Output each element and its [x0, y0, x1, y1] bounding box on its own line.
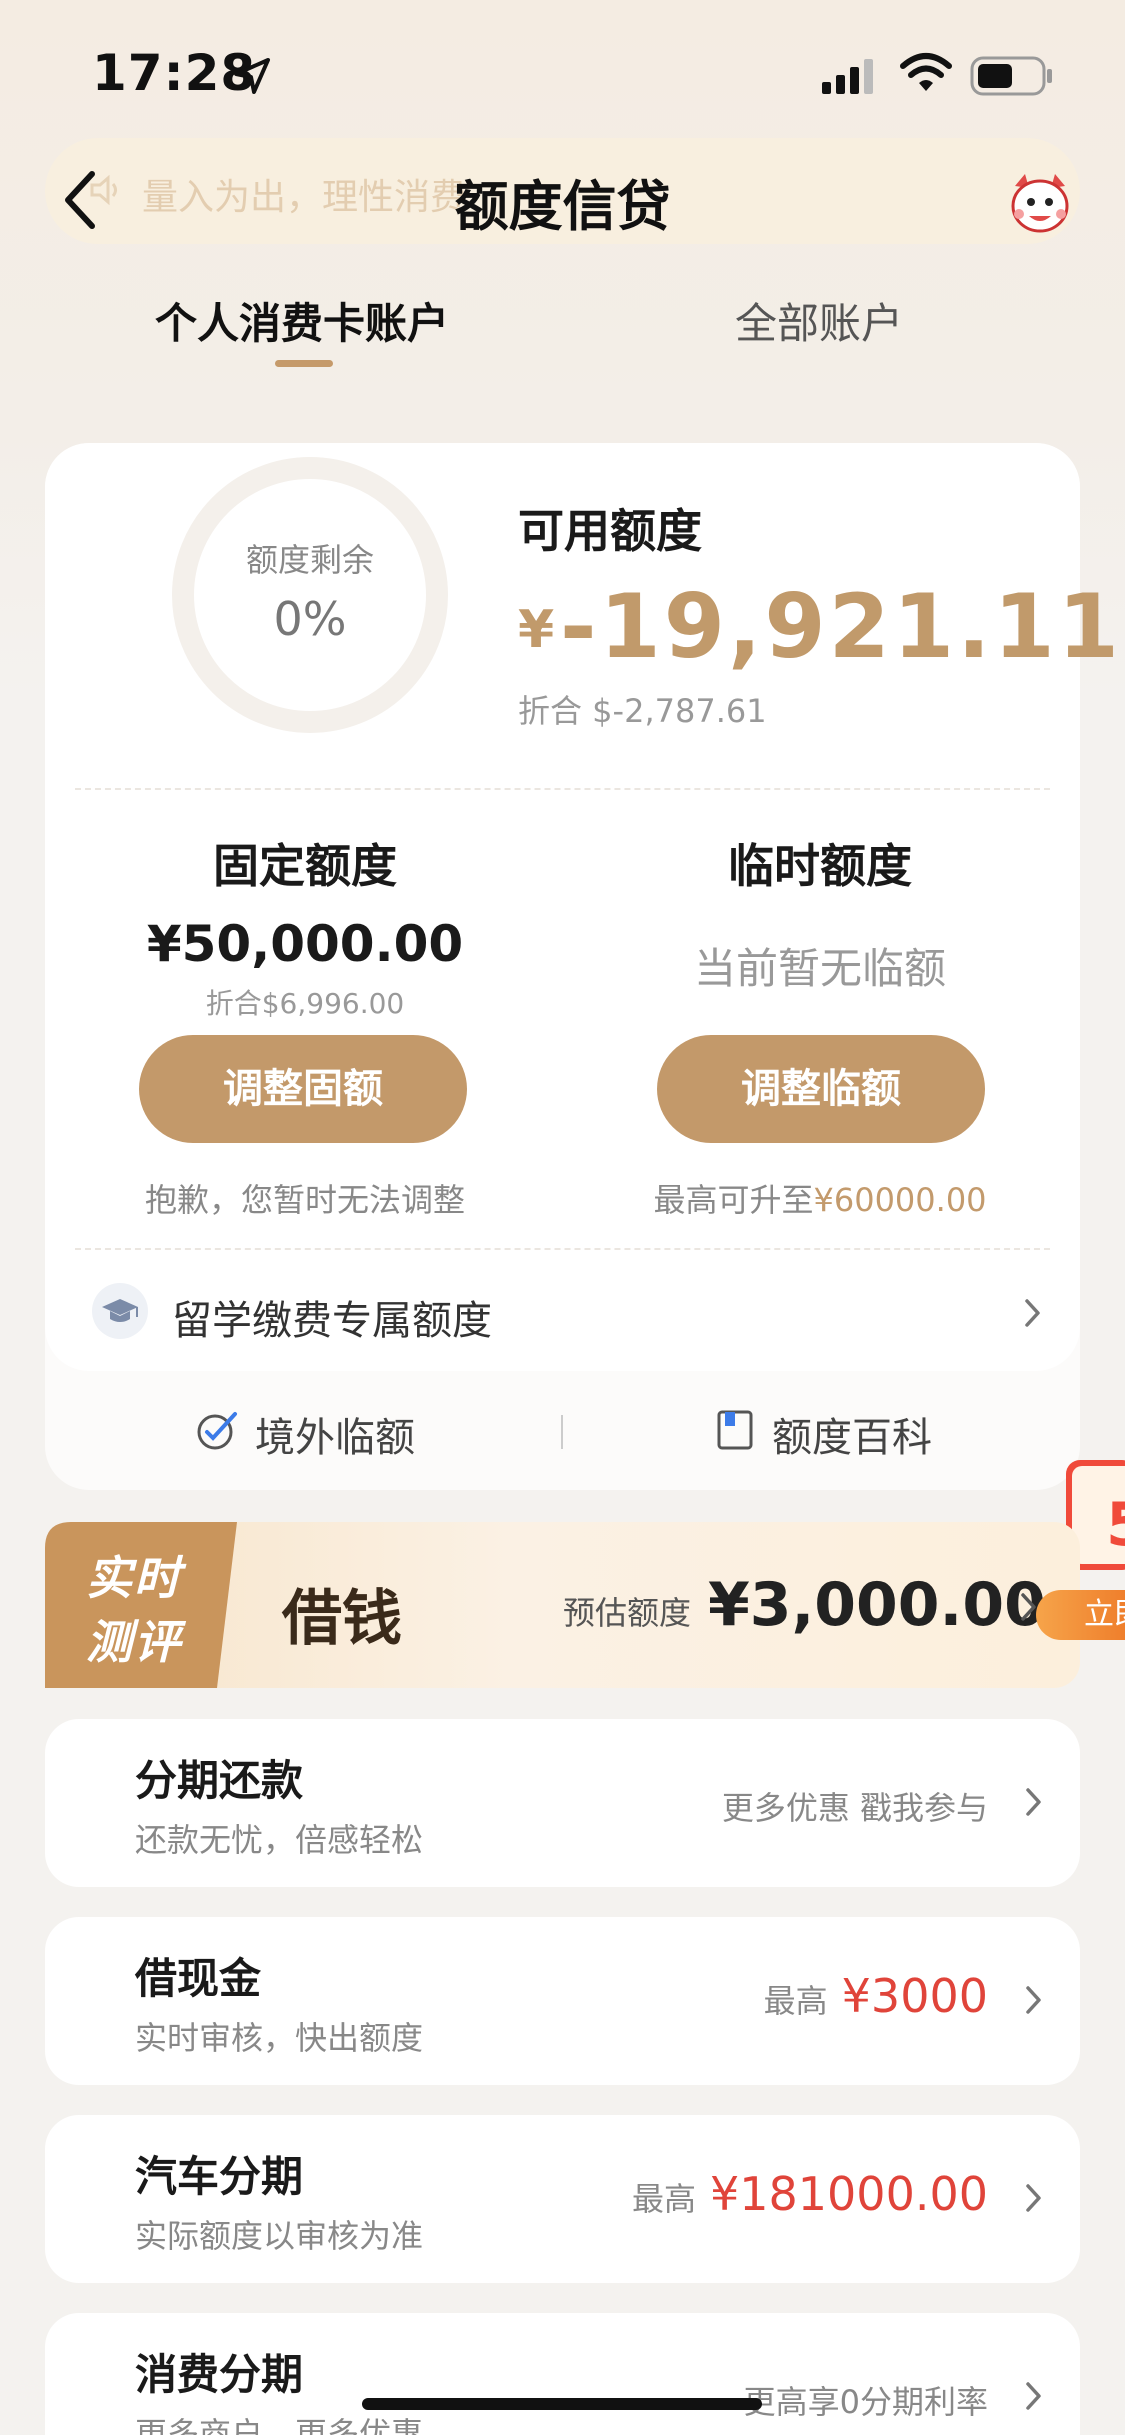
row-subtitle: 还款无忧，倍感轻松: [135, 1821, 424, 1859]
row-title: 消费分期: [135, 2350, 304, 2399]
promo-go-button[interactable]: 立即: [1036, 1590, 1125, 1640]
tab-active-indicator: [275, 360, 333, 367]
speaker-icon: [90, 174, 117, 206]
estimate-label: 预估额度: [563, 1594, 692, 1632]
row-right-amount: ¥3000: [841, 1969, 988, 2023]
temp-note-amount: ¥60000.00: [813, 1181, 987, 1219]
remaining-label: 额度剩余: [245, 541, 374, 579]
row-right-text: 最高: [631, 2180, 696, 2218]
list-item-cash-loan[interactable]: 借现金 实时审核，快出额度 最高 ¥3000: [45, 1917, 1080, 2085]
chevron-right-icon: [1026, 2382, 1041, 2410]
list-item-car-installment[interactable]: 汽车分期 实际额度以审核为准 最高 ¥181000.00: [45, 2115, 1080, 2283]
adjust-fixed-button[interactable]: 调整固额: [139, 1035, 467, 1143]
divider: [75, 1248, 1050, 1250]
home-indicator[interactable]: [362, 2398, 762, 2410]
estimate-value: ¥3,000.00: [708, 1570, 1046, 1640]
overseas-temp-credit-link[interactable]: 境外临额: [255, 1405, 415, 1463]
wifi-icon: [900, 53, 952, 91]
svg-text:5: 5: [1106, 1490, 1125, 1560]
tab-all-accounts[interactable]: 全部账户: [735, 290, 903, 351]
battery-icon: [970, 56, 1052, 96]
fixed-adjust-note: 抱歉，您暂时无法调整: [144, 1181, 465, 1219]
temp-adjust-note: 最高可升至¥60000.00: [590, 1175, 1050, 1221]
row-title: 借现金: [135, 1954, 262, 2003]
badge-line1: 实时: [86, 1551, 182, 1605]
mascot-icon[interactable]: [1005, 168, 1075, 238]
graduation-cap-icon: [92, 1283, 148, 1339]
row-right: 最高 ¥3000: [764, 1969, 988, 2023]
temp-credit-status: 当前暂无临额: [693, 944, 946, 993]
available-credit-label: 可用额度: [518, 504, 702, 558]
book-icon: [717, 1410, 753, 1450]
temp-credit-title: 临时额度: [728, 839, 912, 893]
fixed-credit-amount: ¥50,000.00: [146, 915, 464, 973]
row-subtitle: 更多商户，更多优惠: [135, 2415, 424, 2435]
location-arrow-icon: [234, 58, 270, 94]
cellular-signal-icon: [822, 59, 873, 94]
account-tabs: 个人消费卡账户 全部账户: [0, 270, 1125, 380]
chevron-right-icon: [1026, 1986, 1041, 2014]
available-currency: ¥: [518, 600, 555, 660]
fixed-credit-converted: 折合$6,996.00: [205, 987, 405, 1020]
row-right-text: 更多优惠 戳我参与: [721, 1789, 988, 1827]
chevron-right-icon: [1026, 1788, 1041, 1816]
divider: [75, 788, 1050, 790]
chevron-right-icon: [1025, 1299, 1040, 1327]
credit-encyclopedia-link[interactable]: 额度百科: [772, 1405, 932, 1463]
tab-personal-card[interactable]: 个人消费卡账户: [155, 290, 449, 351]
remaining-value: 0%: [273, 592, 347, 646]
divider: [561, 1415, 563, 1449]
overseas-icon: [197, 1412, 237, 1450]
notice-marquee[interactable]: 量入为出，理性消费: [142, 168, 472, 220]
banner-title: 借钱: [282, 1584, 402, 1654]
row-subtitle: 实际额度以审核为准: [135, 2217, 424, 2255]
badge-line2: 测评: [86, 1615, 182, 1669]
chevron-right-icon: [1026, 2184, 1041, 2212]
row-right-text: 更高享0分期利率: [743, 2383, 988, 2421]
row-subtitle: 实时审核，快出额度: [135, 2019, 424, 2057]
row-right: 最高 ¥181000.00: [632, 2167, 988, 2221]
available-converted: 折合 $-2,787.61: [518, 692, 767, 730]
temp-note-prefix: 最高可升至: [653, 1181, 814, 1219]
available-credit-amount: -19,921.11: [560, 575, 1122, 678]
row-title: 汽车分期: [135, 2152, 304, 2201]
row-right-text: 最高: [763, 1982, 828, 2020]
status-bar: 17:28: [0, 0, 1125, 140]
study-abroad-credit-link[interactable]: 留学缴费专属额度: [172, 1288, 492, 1346]
row-right-amount: ¥181000.00: [709, 2167, 988, 2221]
adjust-temp-button[interactable]: 调整临额: [657, 1035, 985, 1143]
fixed-credit-title: 固定额度: [213, 839, 397, 893]
row-title: 分期还款: [135, 1756, 304, 1805]
list-item-consumer-installment[interactable]: 消费分期 更多商户，更多优惠 更高享0分期利率: [45, 2313, 1080, 2435]
list-item-installment-repay[interactable]: 分期还款 还款无忧，倍感轻松 更多优惠 戳我参与: [45, 1719, 1080, 1887]
